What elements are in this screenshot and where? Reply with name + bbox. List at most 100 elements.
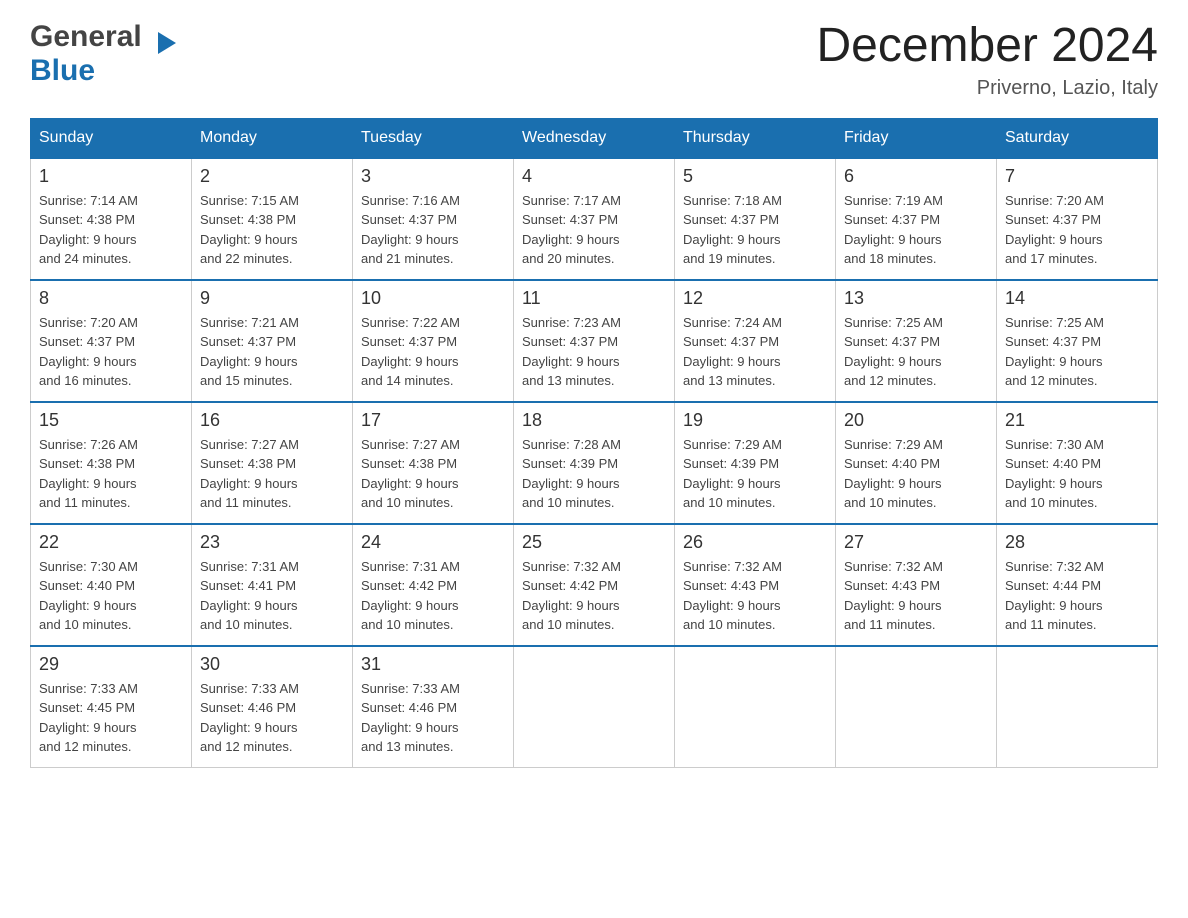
day-info-line: and 11 minutes. [1005, 617, 1097, 632]
day-info-line: Sunrise: 7:27 AM [200, 437, 299, 452]
day-number: 27 [844, 532, 988, 553]
day-info-line: Daylight: 9 hours [200, 598, 298, 613]
day-cell-21: 21Sunrise: 7:30 AMSunset: 4:40 PMDayligh… [997, 402, 1158, 524]
day-number: 18 [522, 410, 666, 431]
day-cell-20: 20Sunrise: 7:29 AMSunset: 4:40 PMDayligh… [836, 402, 997, 524]
day-info: Sunrise: 7:32 AMSunset: 4:42 PMDaylight:… [522, 557, 666, 635]
day-info-line: Sunset: 4:37 PM [1005, 212, 1101, 227]
day-info-line: Sunrise: 7:25 AM [844, 315, 943, 330]
day-info-line: and 20 minutes. [522, 251, 615, 266]
day-cell-1: 1Sunrise: 7:14 AMSunset: 4:38 PMDaylight… [31, 158, 192, 280]
day-info-line: Sunrise: 7:32 AM [522, 559, 621, 574]
weekday-header-wednesday: Wednesday [514, 118, 675, 158]
day-cell-23: 23Sunrise: 7:31 AMSunset: 4:41 PMDayligh… [192, 524, 353, 646]
title-block: December 2024 Priverno, Lazio, Italy [816, 20, 1158, 100]
day-info-line: Daylight: 9 hours [361, 476, 459, 491]
day-info-line: and 11 minutes. [39, 495, 131, 510]
day-info-line: Sunrise: 7:19 AM [844, 193, 943, 208]
day-info-line: Sunset: 4:43 PM [683, 578, 779, 593]
day-info: Sunrise: 7:15 AMSunset: 4:38 PMDaylight:… [200, 191, 344, 269]
day-number: 31 [361, 654, 505, 675]
day-info-line: Sunset: 4:37 PM [844, 212, 940, 227]
day-info-line: Sunset: 4:46 PM [361, 700, 457, 715]
day-cell-25: 25 Sunrise: 7:32 AMSunset: 4:42 PMDayligh… [514, 524, 675, 646]
day-number: 29 [39, 654, 183, 675]
day-info-line: and 24 minutes. [39, 251, 132, 266]
day-number: 24 [361, 532, 505, 553]
day-info-line: Sunrise: 7:29 AM [683, 437, 782, 452]
day-number: 16 [200, 410, 344, 431]
day-info-line: Sunset: 4:40 PM [39, 578, 135, 593]
day-info-line: Daylight: 9 hours [39, 476, 137, 491]
day-number: 23 [200, 532, 344, 553]
day-info: Sunrise: 7:32 AMSunset: 4:43 PMDaylight:… [683, 557, 827, 635]
day-cell-12: 12Sunrise: 7:24 AMSunset: 4:37 PMDayligh… [675, 280, 836, 402]
day-info-line: Sunrise: 7:16 AM [361, 193, 460, 208]
day-info: Sunrise: 7:14 AMSunset: 4:38 PMDaylight:… [39, 191, 183, 269]
day-info-line: Sunset: 4:38 PM [200, 212, 296, 227]
day-info-line: Daylight: 9 hours [39, 598, 137, 613]
day-info: Sunrise: 7:32 AMSunset: 4:44 PMDaylight:… [1005, 557, 1149, 635]
day-cell-5: 5Sunrise: 7:18 AMSunset: 4:37 PMDaylight… [675, 158, 836, 280]
day-info-line: Daylight: 9 hours [361, 720, 459, 735]
day-info-line: Sunset: 4:45 PM [39, 700, 135, 715]
day-info-line: Daylight: 9 hours [844, 354, 942, 369]
calendar-body: 1Sunrise: 7:14 AMSunset: 4:38 PMDaylight… [31, 158, 1158, 768]
day-number: 9 [200, 288, 344, 309]
day-info-line: Sunset: 4:41 PM [200, 578, 296, 593]
day-info-line: Daylight: 9 hours [1005, 598, 1103, 613]
day-info-line: Daylight: 9 hours [522, 232, 620, 247]
day-info-line: and 12 minutes. [844, 373, 937, 388]
day-cell-19: 19Sunrise: 7:29 AMSunset: 4:39 PMDayligh… [675, 402, 836, 524]
day-cell-16: 16 Sunrise: 7:27 AMSunset: 4:38 PMDayligh… [192, 402, 353, 524]
day-number: 22 [39, 532, 183, 553]
day-info: Sunrise: 7:33 AMSunset: 4:46 PMDaylight:… [200, 679, 344, 757]
day-info: Sunrise: 7:30 AMSunset: 4:40 PMDaylight:… [1005, 435, 1149, 513]
month-title: December 2024 [816, 20, 1158, 73]
day-info: Sunrise: 7:27 AMSunset: 4:38 PMDaylight:… [200, 435, 344, 513]
day-cell-17: 17Sunrise: 7:27 AMSunset: 4:38 PMDayligh… [353, 402, 514, 524]
day-info-line: Daylight: 9 hours [361, 598, 459, 613]
day-info-line: Sunset: 4:46 PM [200, 700, 296, 715]
day-cell-18: 18Sunrise: 7:28 AMSunset: 4:39 PMDayligh… [514, 402, 675, 524]
day-info-line: Sunset: 4:44 PM [1005, 578, 1101, 593]
day-info-line: Sunrise: 7:29 AM [844, 437, 943, 452]
day-info-line: Sunrise: 7:27 AM [361, 437, 460, 452]
day-info-line: Sunrise: 7:21 AM [200, 315, 299, 330]
day-info-line: Sunset: 4:37 PM [361, 212, 457, 227]
day-info-line: Daylight: 9 hours [522, 598, 620, 613]
day-cell-27: 27Sunrise: 7:32 AMSunset: 4:43 PMDayligh… [836, 524, 997, 646]
day-number: 11 [522, 288, 666, 309]
day-info: Sunrise: 7:16 AM Sunset: 4:37 PM Daylight:… [361, 191, 505, 269]
location-text: Priverno, Lazio, Italy [816, 77, 1158, 100]
day-cell-8: 8Sunrise: 7:20 AMSunset: 4:37 PMDaylight… [31, 280, 192, 402]
day-info-line: Daylight: 9 hours [39, 720, 137, 735]
day-info-line: and 11 minutes. [200, 495, 292, 510]
day-info-line: and 13 minutes. [683, 373, 776, 388]
day-number: 8 [39, 288, 183, 309]
day-info-line: Sunrise: 7:20 AM [1005, 193, 1104, 208]
day-info-line: and 10 minutes. [683, 617, 776, 632]
day-number: 2 [200, 166, 344, 187]
day-info-line: and 16 minutes. [39, 373, 132, 388]
day-info: Sunrise: 7:19 AMSunset: 4:37 PMDaylight:… [844, 191, 988, 269]
day-number: 25 [522, 532, 666, 553]
day-info: Sunrise: 7:17 AMSunset: 4:37 PMDaylight:… [522, 191, 666, 269]
week-row-5: 29 Sunrise: 7:33 AM Sunset: 4:45 PM Dayligh… [31, 646, 1158, 768]
day-info-line: Sunrise: 7:33 AM [39, 681, 138, 696]
day-number: 4 [522, 166, 666, 187]
day-info-line: and 13 minutes. [522, 373, 615, 388]
day-info-line: Daylight: 9 hours [361, 232, 459, 247]
day-info-line: Sunrise: 7:15 AM [200, 193, 299, 208]
day-info-line: Sunset: 4:37 PM [200, 334, 296, 349]
day-info-line: Sunrise: 7:25 AM [1005, 315, 1104, 330]
day-info: Sunrise: 7:29 AMSunset: 4:40 PMDaylight:… [844, 435, 988, 513]
day-info-line: Sunset: 4:37 PM [522, 212, 618, 227]
day-info: Sunrise: 7:31 AMSunset: 4:42 PMDaylight:… [361, 557, 505, 635]
day-number: 14 [1005, 288, 1149, 309]
day-info-line: Sunrise: 7:24 AM [683, 315, 782, 330]
day-info-line: Sunrise: 7:32 AM [683, 559, 782, 574]
day-cell-31: 31Sunrise: 7:33 AMSunset: 4:46 PMDayligh… [353, 646, 514, 768]
day-cell-15: 15Sunrise: 7:26 AMSunset: 4:38 PMDayligh… [31, 402, 192, 524]
day-info: Sunrise: 7:25 AMSunset: 4:37 PMDaylight:… [1005, 313, 1149, 391]
